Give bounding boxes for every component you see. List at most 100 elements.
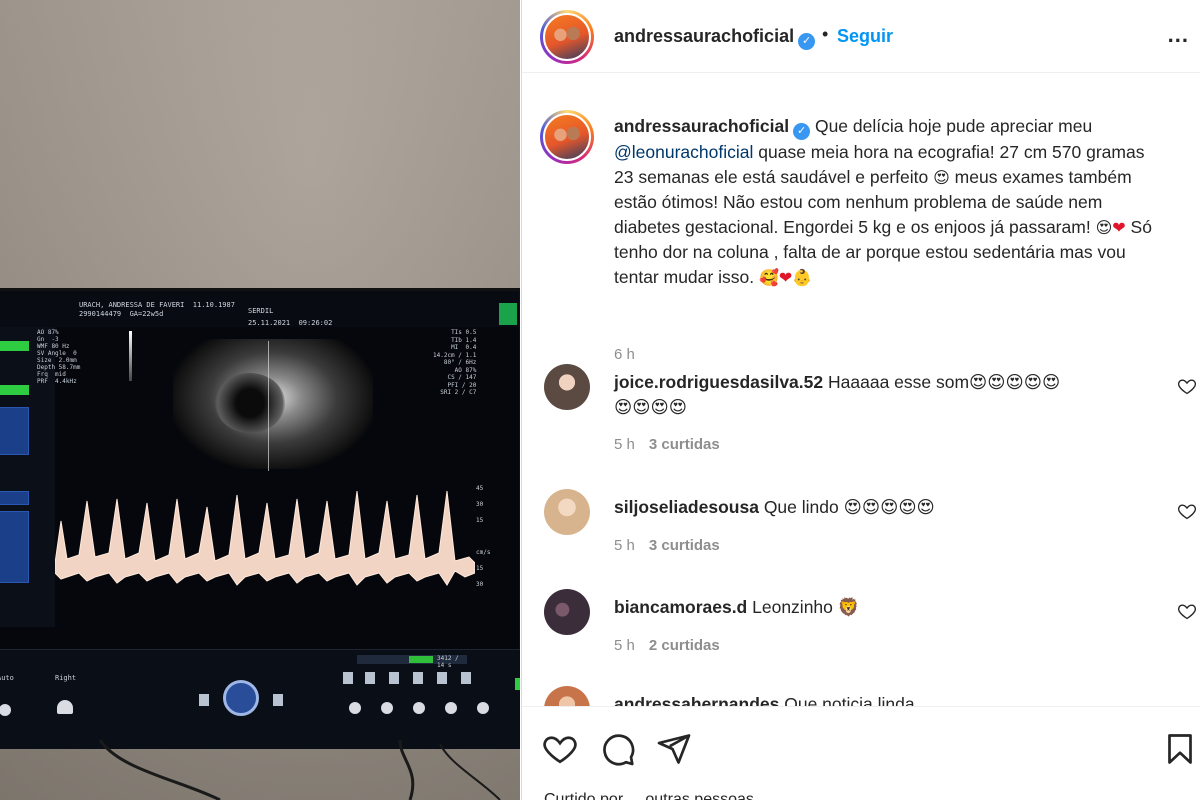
author-username-text[interactable]: andressaurachoficial (614, 26, 794, 46)
monitor-blue-panel (0, 407, 29, 455)
patient-line-1: URACH, ANDRESSA DE FAVERI 11.10.1987 (79, 301, 235, 309)
ctrl-knob (445, 702, 457, 714)
post-media[interactable]: URACH, ANDRESSA DE FAVERI 11.10.1987 299… (0, 0, 520, 800)
smiling-hearts-emoji: 🥰 (758, 268, 779, 287)
ctrl-knob (0, 704, 11, 716)
caption-timestamp[interactable]: 6 h (614, 346, 635, 363)
author-username[interactable]: andressaurachoficial ✓ (614, 26, 816, 50)
comment-username[interactable]: biancamoraes.d (614, 597, 747, 617)
ctrl-label-right: Right (55, 674, 77, 682)
comment-text: biancamoraes.d Leonzinho 🦁 (614, 595, 1074, 620)
comment-likes[interactable]: 3 curtidas (649, 537, 720, 554)
likes-summary-text[interactable]: Curtido por ... outras pessoas (544, 791, 754, 800)
commenter-avatar[interactable] (544, 686, 590, 706)
header-separator: • (822, 24, 829, 44)
ctrl-knob (57, 700, 73, 714)
post-header: andressaurachoficial ✓ • Seguir ... (522, 0, 1200, 73)
ctrl-key (365, 672, 375, 684)
follow-button[interactable]: Seguir (837, 26, 893, 47)
comment-meta: 5 h 2 curtidas (614, 637, 720, 654)
ctrl-knob (349, 702, 361, 714)
like-icon[interactable] (542, 731, 578, 767)
ctrl-key-green (515, 678, 520, 690)
comment-time[interactable]: 5 h (614, 537, 635, 554)
exam-time: 09:26:02 (298, 319, 333, 327)
like-comment-icon[interactable] (1177, 376, 1197, 396)
comment-time[interactable]: 5 h (614, 436, 635, 453)
comment-item: joice.rodriguesdasilva.52 Haaaaa esse so… (522, 364, 1200, 454)
monitor-blue-panel (0, 491, 29, 505)
comment-meta: 5 h 3 curtidas (614, 537, 720, 554)
monitor-cables (98, 740, 501, 800)
exam-date: 25.11.2021 (248, 319, 291, 327)
comment-body: Leonzinho 🦁 (752, 597, 860, 617)
caption-mention-link[interactable]: @leonurachoficial (614, 142, 753, 162)
author-avatar[interactable] (540, 10, 594, 64)
red-heart-emoji: ❤ (1112, 218, 1126, 237)
comment-text: joice.rodriguesdasilva.52 Haaaaa esse so… (614, 370, 1074, 420)
author-avatar-photo (543, 13, 591, 61)
ctrl-knob (381, 702, 393, 714)
save-bookmark-icon[interactable] (1162, 731, 1198, 767)
ctrl-key (343, 672, 353, 684)
caption-text-a: Que delícia hoje pude apreciar meu (814, 116, 1093, 136)
commenter-avatar[interactable] (544, 489, 590, 535)
ctrl-key (273, 694, 283, 706)
comment-item: siljoseliadesousa Que lindo 😍😍😍😍😍 5 h 3 c… (522, 489, 1200, 579)
status-bar-green (0, 341, 29, 351)
exam-operator: SERDIL (248, 307, 274, 315)
comment-icon[interactable] (600, 731, 636, 767)
ctrl-knob (477, 702, 489, 714)
comment-item: biancamoraes.d Leonzinho 🦁 5 h 2 curtidas (522, 589, 1200, 679)
ultrasound-monitor: URACH, ANDRESSA DE FAVERI 11.10.1987 299… (0, 288, 520, 749)
trackball-icon (223, 680, 259, 716)
comment-likes[interactable]: 3 curtidas (649, 436, 720, 453)
comment-likes[interactable]: 2 curtidas (649, 637, 720, 654)
doppler-cursor (268, 341, 269, 471)
ctrl-key (437, 672, 447, 684)
baby-emoji: 👶 (792, 268, 813, 287)
comment-time[interactable]: 5 h (614, 637, 635, 654)
doppler-signal (54, 490, 476, 586)
ultrasound-params-left: AO 87% Gn -3 WMF 80 Hz SV Angle 0 Size 2… (37, 329, 81, 385)
caption-text: andressaurachoficial ✓ Que delícia hoje p… (614, 114, 1154, 290)
comment-item: andressahernandes Que noticia linda (522, 686, 1200, 706)
more-options-icon[interactable]: ... (1168, 22, 1189, 48)
caption-username[interactable]: andressaurachoficial (614, 116, 789, 136)
commenter-avatar[interactable] (544, 364, 590, 410)
doppler-waveform-svg (54, 490, 476, 586)
doppler-scale: 45 30 15 cm/s 15 30 (476, 485, 491, 588)
exam-tag (499, 303, 517, 325)
gain-scale (129, 331, 132, 381)
heart-eyes-emoji: 😍 (1095, 218, 1113, 237)
cine-progress-fill (409, 656, 433, 663)
heart-eyes-emoji: 😍 (933, 168, 950, 187)
post-sidebar: andressaurachoficial ✓ • Seguir ... andre… (521, 0, 1200, 800)
like-comment-icon[interactable] (1177, 501, 1197, 521)
likes-summary[interactable]: Curtido por ... outras pessoas (544, 791, 754, 800)
ultrasound-params-right: TIs 0.5 TIb 1.4 MI 0.4 14.2cm / 1.1 80° … (433, 329, 477, 396)
share-icon[interactable] (656, 731, 692, 767)
ctrl-label-auto: Auto (0, 674, 14, 682)
caption-avatar[interactable] (540, 110, 594, 164)
like-comment-icon[interactable] (1177, 601, 1197, 621)
comment-body: Que lindo 😍😍😍😍😍 (763, 497, 935, 517)
comment-text: siljoseliadesousa Que lindo 😍😍😍😍😍 (614, 495, 1074, 520)
ultrasound-fetus (215, 373, 285, 433)
exam-datetime: SERDIL 25.11.2021 09:26:02 (248, 305, 332, 329)
comment-username[interactable]: siljoseliadesousa (614, 497, 759, 517)
comment-username[interactable]: andressahernandes (614, 694, 779, 706)
doppler-waveform (54, 481, 476, 611)
comment-meta: 5 h 3 curtidas (614, 436, 720, 453)
ctrl-key (389, 672, 399, 684)
ctrl-key (413, 672, 423, 684)
ctrl-key (199, 694, 209, 706)
comment-username[interactable]: joice.rodriguesdasilva.52 (614, 372, 823, 392)
patient-line-2: 2990144479 GA=22w5d (79, 310, 164, 318)
monitor-blue-panel (0, 511, 29, 583)
comment-text: andressahernandes Que noticia linda (614, 692, 1074, 706)
comments-list[interactable]: andressaurachoficial ✓ Que delícia hoje p… (522, 74, 1200, 706)
cine-progress: 3412 / 14 s (357, 655, 467, 669)
commenter-avatar[interactable] (544, 589, 590, 635)
red-heart-emoji: ❤ (778, 268, 793, 287)
